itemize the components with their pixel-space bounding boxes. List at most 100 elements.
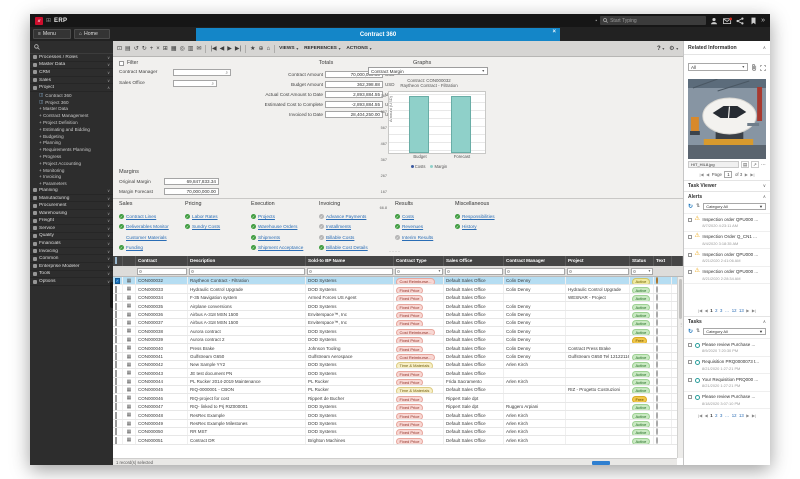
row-checkbox[interactable] bbox=[115, 361, 117, 368]
filter-toggle[interactable]: Filter bbox=[119, 60, 138, 66]
text-indicator-icon[interactable] bbox=[656, 370, 658, 377]
next-page-icon[interactable]: ▶ bbox=[746, 413, 749, 418]
row-select-cell[interactable] bbox=[113, 353, 123, 360]
search-icon[interactable]: ◎ bbox=[180, 46, 185, 52]
sidebar-subitem-contract-management[interactable]: + Contract Management bbox=[30, 112, 113, 119]
chevron-up-icon[interactable]: ∧ bbox=[763, 319, 766, 325]
link-projects[interactable]: Projects bbox=[258, 214, 275, 219]
table-row[interactable]: ▦CON000036Airbus A-318 MSN 1500Envitersp… bbox=[113, 311, 683, 319]
first-page-icon[interactable]: |◀ bbox=[700, 172, 704, 177]
attachment-filter-dropdown[interactable]: All ▼ bbox=[688, 63, 748, 71]
toolbar-menu-references[interactable]: REFERENCES▼ bbox=[304, 46, 341, 51]
sidebar-item-master-data[interactable]: Master Data∨ bbox=[30, 62, 113, 70]
menu-button[interactable]: ≡ Menu bbox=[33, 29, 71, 39]
text-indicator-icon[interactable] bbox=[656, 328, 658, 335]
page-link[interactable]: 13 bbox=[739, 308, 744, 313]
sidebar-item-options[interactable]: Options∨ bbox=[30, 278, 113, 286]
sidebar-subitem-project-360[interactable]: ◫Project 360 bbox=[30, 99, 113, 106]
sidebar-subitem-master-data[interactable]: + Master Data bbox=[30, 106, 113, 113]
link-responsibilities[interactable]: Responsibilities bbox=[462, 214, 495, 219]
column-header-text[interactable]: Text bbox=[654, 256, 672, 266]
row-checkbox[interactable] bbox=[115, 328, 117, 335]
mail-icon[interactable]: ✉ bbox=[196, 46, 201, 52]
row-checkbox[interactable] bbox=[115, 370, 117, 377]
table-row[interactable]: ▦CON000045RIQ-0000001 - CBONPL RuckerTim… bbox=[113, 386, 683, 394]
sidebar-item-crm[interactable]: CRM∨ bbox=[30, 69, 113, 77]
row-details-icon[interactable]: ▦ bbox=[123, 386, 136, 393]
text-indicator-icon[interactable] bbox=[656, 437, 658, 444]
page-link[interactable]: 1 bbox=[710, 308, 712, 313]
row-select-cell[interactable] bbox=[113, 436, 123, 443]
column-header-sold-to-bp-name[interactable]: Sold-to BP Name bbox=[306, 256, 394, 266]
page-link[interactable]: 12 bbox=[732, 308, 737, 313]
sidebar-subitem-requirements-planning[interactable]: + Requirements Planning bbox=[30, 146, 113, 153]
bookmark-icon[interactable] bbox=[748, 16, 758, 26]
text-indicator-icon[interactable] bbox=[656, 303, 658, 310]
row-checkbox[interactable] bbox=[115, 345, 117, 352]
help-button[interactable]: ?▼ bbox=[657, 46, 665, 52]
refresh-icon[interactable]: ↻ bbox=[688, 204, 693, 210]
column-filter-project[interactable] bbox=[567, 268, 629, 275]
link-shipments[interactable]: Shipments bbox=[258, 235, 280, 240]
last-page-icon[interactable]: ▶| bbox=[750, 172, 754, 177]
duplicate-icon[interactable]: ⊞ bbox=[163, 46, 168, 52]
alerts-category-dropdown[interactable]: Category All ▼ bbox=[703, 203, 766, 210]
row-checkbox[interactable] bbox=[115, 336, 117, 343]
text-indicator-icon[interactable] bbox=[656, 353, 658, 360]
print-icon[interactable]: ▥ bbox=[188, 46, 194, 52]
sidebar-item-common[interactable]: Common∨ bbox=[30, 255, 113, 263]
row-checkbox[interactable] bbox=[115, 395, 117, 402]
item-checkbox[interactable] bbox=[688, 360, 692, 364]
link-sundry-costs[interactable]: Sundry Costs bbox=[192, 224, 220, 229]
row-select-cell[interactable] bbox=[113, 344, 123, 351]
sidebar-subitem-contract-360[interactable]: ◫Contract 360 bbox=[30, 92, 113, 99]
row-select-cell[interactable] bbox=[113, 386, 123, 393]
column-header-sales-office[interactable]: Sales Office bbox=[444, 256, 504, 266]
row-checkbox[interactable] bbox=[115, 311, 117, 318]
previous-record-icon[interactable]: ◀ bbox=[220, 46, 225, 52]
column-filter-sales-office[interactable] bbox=[445, 268, 503, 275]
row-select-cell[interactable]: ✓ bbox=[113, 277, 123, 284]
previous-page-icon[interactable]: ◀ bbox=[705, 308, 708, 313]
sidebar-subitem-progress[interactable]: + Progress bbox=[30, 153, 113, 160]
related-photo[interactable] bbox=[688, 79, 766, 159]
page-link[interactable]: 1 bbox=[710, 413, 712, 418]
list-item[interactable]: ⚠Inspection order QPU000 ...8/7/2020 4:2… bbox=[684, 214, 770, 232]
page-number-input[interactable]: 1 bbox=[724, 171, 732, 178]
list-item[interactable]: ⚠Inspection order QPU000 ...8/21/2020 2:… bbox=[684, 249, 770, 267]
row-checkbox[interactable] bbox=[115, 437, 117, 444]
table-row[interactable]: ▦CON000046RIQ-project for costRippert de… bbox=[113, 394, 683, 402]
row-select-cell[interactable] bbox=[113, 403, 123, 410]
table-row[interactable]: ▦CON000038Aurora contractDOD SystemsCost… bbox=[113, 327, 683, 335]
row-select-cell[interactable] bbox=[113, 319, 123, 326]
row-checkbox[interactable] bbox=[115, 386, 117, 393]
sidebar-item-freight[interactable]: Freight∨ bbox=[30, 218, 113, 226]
share-icon[interactable] bbox=[735, 16, 745, 26]
text-indicator-icon[interactable] bbox=[656, 412, 658, 419]
column-header-project[interactable]: Project bbox=[566, 256, 630, 266]
alerts-section-header[interactable]: Alerts ∧ bbox=[684, 191, 770, 202]
page-link[interactable]: 2 bbox=[715, 413, 717, 418]
column-header-contract-type[interactable]: Contract Type bbox=[394, 256, 444, 266]
column-filter-contract-manager[interactable] bbox=[505, 268, 565, 275]
column-filter-status[interactable]: ▼ bbox=[631, 268, 653, 275]
row-select-cell[interactable] bbox=[113, 369, 123, 376]
column-header-contract-manager[interactable]: Contract Manager bbox=[504, 256, 566, 266]
settings-button[interactable]: ⚙▼ bbox=[669, 45, 679, 52]
first-record-icon[interactable]: |◀ bbox=[210, 46, 216, 52]
mail-notification-icon[interactable] bbox=[722, 16, 732, 26]
row-details-icon[interactable]: ▦ bbox=[123, 369, 136, 376]
page-link[interactable]: 13 bbox=[739, 413, 744, 418]
list-item[interactable]: Your Requisition PRQ000 ...8/21/2020 1:2… bbox=[684, 374, 770, 392]
link-customer-materials[interactable]: Customer Materials bbox=[126, 235, 167, 240]
sidebar-subitem-budgeting[interactable]: + Budgeting bbox=[30, 133, 113, 140]
table-row[interactable]: ▦CON000042New Sample YY2DOD SystemsTime … bbox=[113, 361, 683, 369]
attachment-more-icon[interactable]: ⋯ bbox=[761, 162, 766, 168]
last-page-icon[interactable]: ▶| bbox=[752, 413, 756, 418]
text-indicator-icon[interactable] bbox=[656, 386, 658, 393]
column-filter-contract[interactable] bbox=[137, 268, 187, 275]
row-select-cell[interactable] bbox=[113, 411, 123, 418]
row-checkbox[interactable] bbox=[115, 319, 117, 326]
row-details-icon[interactable]: ▦ bbox=[123, 428, 136, 435]
row-checkbox[interactable] bbox=[115, 403, 117, 410]
